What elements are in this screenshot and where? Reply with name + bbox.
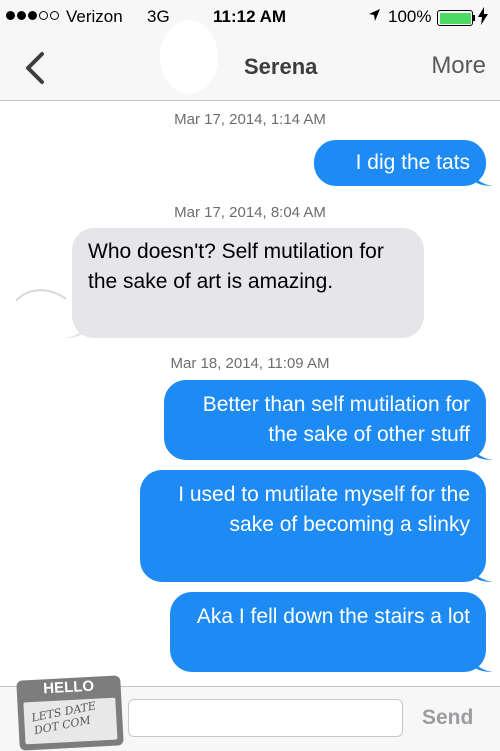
location-arrow-icon (368, 8, 381, 26)
message-text: I used to mutilate myself for the sake o… (178, 483, 470, 536)
watermark-sticker: HELLO LETS DATE DOT COM (16, 675, 124, 751)
message-text: I dig the tats (355, 151, 470, 174)
more-button[interactable]: More (431, 52, 486, 80)
message-text: Better than self mutilation for the sake… (202, 393, 470, 446)
message-text: Who doesn't? Self mutilation for the sak… (88, 240, 384, 293)
navigation-bar: Serena More (0, 20, 500, 101)
sent-message-bubble[interactable]: I dig the tats (314, 140, 493, 186)
sent-message-bubble[interactable]: I used to mutilate myself for the sake o… (140, 470, 493, 582)
battery-percentage: 100% (388, 7, 432, 26)
faint-arc-mark (15, 289, 67, 302)
carrier-name: Verizon (66, 7, 123, 26)
signal-strength-icon (6, 11, 59, 20)
battery-icon (437, 10, 473, 26)
message-timestamp: Mar 17, 2014, 8:04 AM (174, 204, 326, 221)
sticker-panel: LETS DATE DOT COM (23, 697, 118, 745)
message-timestamp: Mar 18, 2014, 11:09 AM (170, 355, 330, 372)
message-input-field[interactable] (128, 699, 403, 737)
chevron-left-icon[interactable] (22, 50, 50, 86)
contact-avatar[interactable] (160, 20, 218, 94)
status-bar: Verizon 3G 11:12 AM 100% (0, 0, 500, 36)
network-type: 3G (147, 7, 170, 26)
sent-message-bubble[interactable]: Aka I fell down the stairs a lot (170, 592, 493, 672)
sticker-handwriting: LETS DATE DOT COM (30, 699, 97, 738)
charging-bolt-icon (478, 7, 488, 29)
message-timestamp: Mar 17, 2014, 1:14 AM (174, 111, 326, 128)
contact-name[interactable]: Serena (244, 54, 317, 80)
sent-message-bubble[interactable]: Better than self mutilation for the sake… (164, 380, 493, 460)
message-text: Aka I fell down the stairs a lot (196, 605, 470, 628)
status-time: 11:12 AM (213, 7, 287, 26)
send-button[interactable]: Send (422, 706, 473, 730)
received-message-bubble[interactable]: Who doesn't? Self mutilation for the sak… (65, 228, 424, 338)
